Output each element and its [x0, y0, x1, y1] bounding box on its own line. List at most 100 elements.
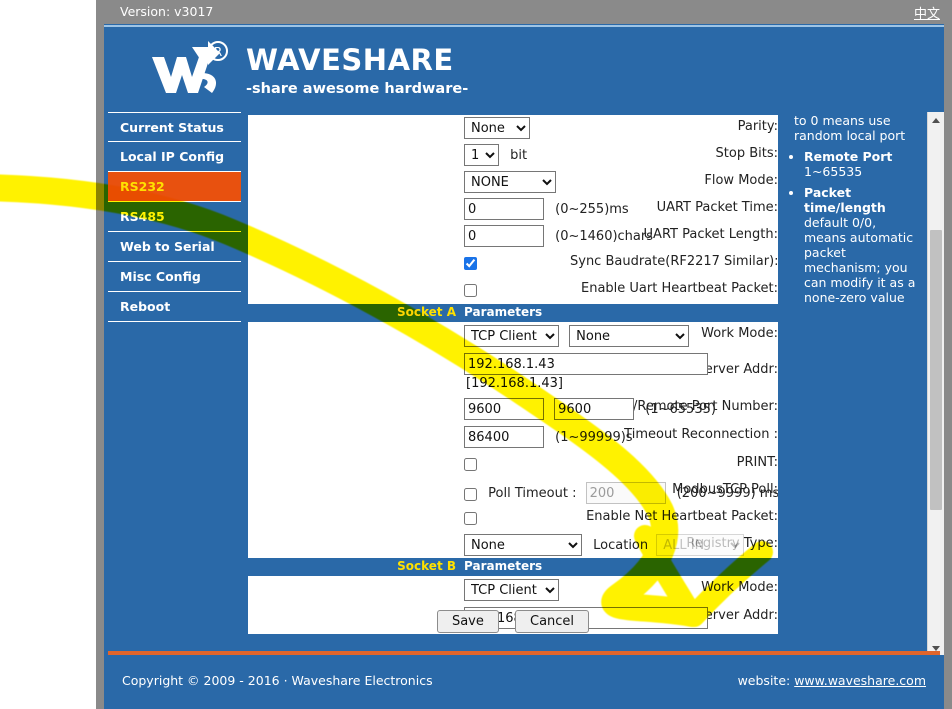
poll-timeout-hint: (200~9999) ms: [677, 486, 778, 501]
row-uart-packet-length: UART Packet Length: (0~1460)chars: [248, 223, 778, 250]
parity-select[interactable]: NoneOddEvenMarkSpace: [464, 117, 530, 139]
site-header: R WAVESHARE -share awesome hardware-: [104, 25, 944, 112]
sidebar-item-local-ip-config[interactable]: Local IP Config: [108, 142, 241, 172]
socket-a-subtitle: Parameters: [464, 305, 542, 319]
page-right-gutter: [944, 24, 952, 709]
socket-b-work-mode-label: Work Mode:: [570, 580, 778, 595]
save-button[interactable]: Save: [437, 610, 499, 633]
help-desc: 1~65535: [804, 164, 862, 179]
row-sync-baudrate: Sync Baudrate(RF2217 Similar):: [248, 250, 778, 277]
sidebar-item-label: RS232: [120, 179, 165, 194]
poll-timeout-input[interactable]: [586, 482, 666, 504]
sidebar-item-label: Misc Config: [120, 269, 201, 284]
version-label: Version: v3017: [120, 4, 213, 19]
scrollbar-thumb[interactable]: [930, 230, 942, 510]
uart-packet-length-input[interactable]: [464, 225, 544, 247]
socket-a-remote-port-input[interactable]: [554, 398, 634, 420]
website-link[interactable]: www.waveshare.com: [794, 673, 926, 688]
socket-a-timeout-hint: (1~99999)s: [555, 430, 632, 445]
sidebar-item-label: Web to Serial: [120, 239, 215, 254]
modbus-tcp-poll-checkbox[interactable]: [464, 488, 477, 501]
help-panel: TCP Client, set this to 0 means use rand…: [784, 112, 944, 657]
help-list-item: Packet time/length default 0/0, means au…: [804, 185, 919, 305]
sidebar-item-rs232[interactable]: RS232: [108, 172, 241, 202]
row-registry-type: Registry Type: NoneMACIMEIUser Define Lo…: [248, 532, 778, 558]
sidebar-item-label: Current Status: [120, 120, 224, 135]
socket-a-port-hint: (1~65535): [645, 402, 716, 417]
version-bar: Version: v3017 中文: [104, 0, 952, 24]
poll-timeout-label: Poll Timeout :: [488, 486, 576, 501]
socket-b-section-header: Socket B Parameters: [248, 558, 778, 576]
uart-packet-time-input[interactable]: [464, 198, 544, 220]
registry-location-label: Location: [593, 538, 648, 553]
sidebar-item-rs485[interactable]: RS485: [108, 202, 241, 232]
brand-tagline: -share awesome hardware-: [246, 81, 468, 97]
row-socket-a-timeout: Timeout Reconnection : (1~99999)s: [248, 423, 778, 451]
help-term: Packet time/length: [804, 185, 886, 215]
sidebar-item-web-to-serial[interactable]: Web to Serial: [108, 232, 241, 262]
uart-packet-time-hint: (0~255)ms: [555, 202, 629, 217]
website-block: website: www.waveshare.com: [738, 673, 926, 688]
brand-title: WAVESHARE: [246, 43, 454, 77]
row-flow-mode: Flow Mode: NONECTS/RTSXON/XOFF: [248, 169, 778, 196]
page-footer: Copyright © 2009 - 2016 · Waveshare Elec…: [104, 655, 944, 709]
sidebar-item-misc-config[interactable]: Misc Config: [108, 262, 241, 292]
socket-a-timeout-input[interactable]: [464, 426, 544, 448]
sidebar-item-label: Reboot: [120, 299, 170, 314]
registry-type-select[interactable]: NoneMACIMEIUser Define: [464, 534, 582, 556]
socket-b-title: Socket B: [248, 559, 458, 573]
enable-net-heartbeat-label: Enable Net Heartbeat Packet:: [570, 509, 778, 524]
help-lead-text: TCP Client, set this to 0 means use rand…: [794, 112, 919, 143]
print-checkbox[interactable]: [464, 458, 477, 471]
uart-packet-length-hint: (0~1460)chars: [555, 229, 653, 244]
flow-mode-label: Flow Mode:: [570, 173, 778, 188]
row-socket-a-remote-addr: Remote Server Addr: [192.168.1.43]: [248, 350, 778, 395]
row-socket-a-port: Local/Remote Port Number: (1~65535): [248, 395, 778, 423]
enable-uart-heartbeat-checkbox[interactable]: [464, 284, 477, 297]
website-label: website:: [738, 673, 795, 688]
row-socket-a-work-mode: Work Mode: TCP ClientTCP ServerUDP Clien…: [248, 322, 778, 350]
row-socket-b-work-mode: Work Mode: TCP ClientTCP ServerUDP Clien…: [248, 576, 778, 604]
help-content: TCP Client, set this to 0 means use rand…: [784, 112, 927, 311]
row-enable-uart-heartbeat: Enable Uart Heartbeat Packet:: [248, 277, 778, 304]
enable-net-heartbeat-checkbox[interactable]: [464, 512, 477, 525]
enable-uart-heartbeat-label: Enable Uart Heartbeat Packet:: [570, 281, 778, 296]
copyright-text: Copyright © 2009 - 2016 · Waveshare Elec…: [122, 673, 433, 688]
socket-b-subtitle: Parameters: [464, 559, 542, 573]
sidebar-item-label: RS485: [120, 209, 165, 224]
row-enable-net-heartbeat: Enable Net Heartbeat Packet:: [248, 505, 778, 532]
socket-a-local-port-input[interactable]: [464, 398, 544, 420]
socket-a-remote-addr-input[interactable]: [464, 353, 708, 375]
page-left-rail: [96, 0, 104, 709]
language-switch-link[interactable]: 中文: [914, 3, 940, 22]
stop-bits-select[interactable]: 12: [464, 144, 499, 166]
socket-b-work-mode-select[interactable]: TCP ClientTCP ServerUDP ClientNone: [464, 579, 559, 601]
row-modbus-tcp-poll: ModbusTCP Poll: Poll Timeout : (200~9999…: [248, 478, 778, 505]
print-label: PRINT:: [570, 455, 778, 470]
socket-a-section-header: Socket A Parameters: [248, 304, 778, 322]
row-print: PRINT:: [248, 451, 778, 478]
help-item-list: Remote Port 1~65535 Packet time/length d…: [790, 149, 919, 305]
sidebar-item-label: Local IP Config: [120, 149, 224, 164]
registry-location-select[interactable]: ALL INOn ConnectOn Data: [656, 534, 744, 556]
form-action-buttons: Save Cancel: [248, 610, 778, 633]
socket-a-title: Socket A: [248, 305, 458, 319]
row-stop-bits: Stop Bits: 12 bit: [248, 142, 778, 169]
socket-a-resolved-addr: [192.168.1.43]: [466, 376, 563, 391]
socket-a-work-mode-select[interactable]: TCP ClientTCP ServerUDP ClientUDP Server…: [464, 325, 559, 347]
help-term: Remote Port: [804, 149, 892, 164]
row-uart-packet-time: UART Packet Time: (0~255)ms: [248, 196, 778, 223]
sync-baudrate-checkbox[interactable]: [464, 257, 477, 270]
cancel-button[interactable]: Cancel: [515, 610, 589, 633]
sidebar-item-reboot[interactable]: Reboot: [108, 292, 241, 322]
sync-baudrate-label: Sync Baudrate(RF2217 Similar):: [570, 254, 778, 269]
socket-a-protocol-select[interactable]: NoneSSL/TLSModbus: [569, 325, 689, 347]
page-left-gutter: [0, 0, 96, 709]
config-form-panel: Parity: NoneOddEvenMarkSpace Stop Bits: …: [245, 112, 781, 637]
browser-viewport: Version: v3017 中文 R WAVESHARE -share awe…: [0, 0, 952, 709]
help-list-item: Remote Port 1~65535: [804, 149, 919, 179]
scroll-up-arrow-icon[interactable]: [928, 112, 944, 129]
help-panel-scrollbar[interactable]: [927, 112, 944, 657]
flow-mode-select[interactable]: NONECTS/RTSXON/XOFF: [464, 171, 556, 193]
sidebar-item-current-status[interactable]: Current Status: [108, 112, 241, 142]
